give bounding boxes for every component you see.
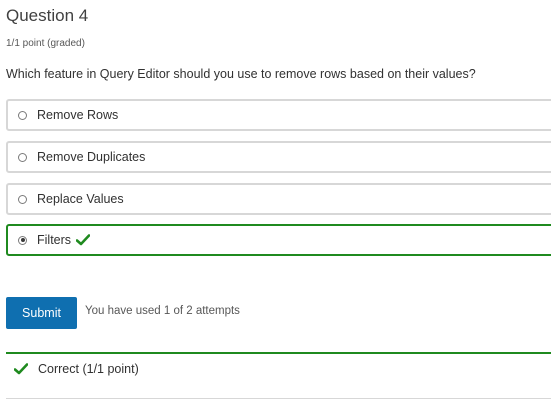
feedback-text: Correct (1/1 point) xyxy=(38,362,139,376)
radio-button[interactable] xyxy=(18,194,27,204)
feedback-divider xyxy=(6,352,551,354)
checkmark-icon xyxy=(14,363,28,375)
submit-button[interactable]: Submit xyxy=(6,297,77,329)
bottom-divider xyxy=(6,398,551,399)
points-status: 1/1 point (graded) xyxy=(6,38,85,49)
radio-button[interactable] xyxy=(18,110,27,120)
option-remove-duplicates[interactable]: Remove Duplicates xyxy=(6,141,551,173)
question-prompt: Which feature in Query Editor should you… xyxy=(6,67,476,81)
radio-button[interactable] xyxy=(18,152,27,162)
option-label: Remove Duplicates xyxy=(37,150,146,164)
attempts-text: You have used 1 of 2 attempts xyxy=(85,305,240,317)
checkmark-icon xyxy=(76,234,91,246)
option-remove-rows[interactable]: Remove Rows xyxy=(6,99,551,131)
option-filters[interactable]: Filters xyxy=(6,224,551,256)
option-replace-values[interactable]: Replace Values xyxy=(6,183,551,215)
option-label: Remove Rows xyxy=(37,108,119,122)
feedback-message: Correct (1/1 point) xyxy=(14,362,139,376)
radio-button-selected[interactable] xyxy=(18,235,27,245)
option-label: Filters xyxy=(37,233,72,247)
question-title: Question 4 xyxy=(6,6,89,25)
option-label: Replace Values xyxy=(37,192,124,206)
